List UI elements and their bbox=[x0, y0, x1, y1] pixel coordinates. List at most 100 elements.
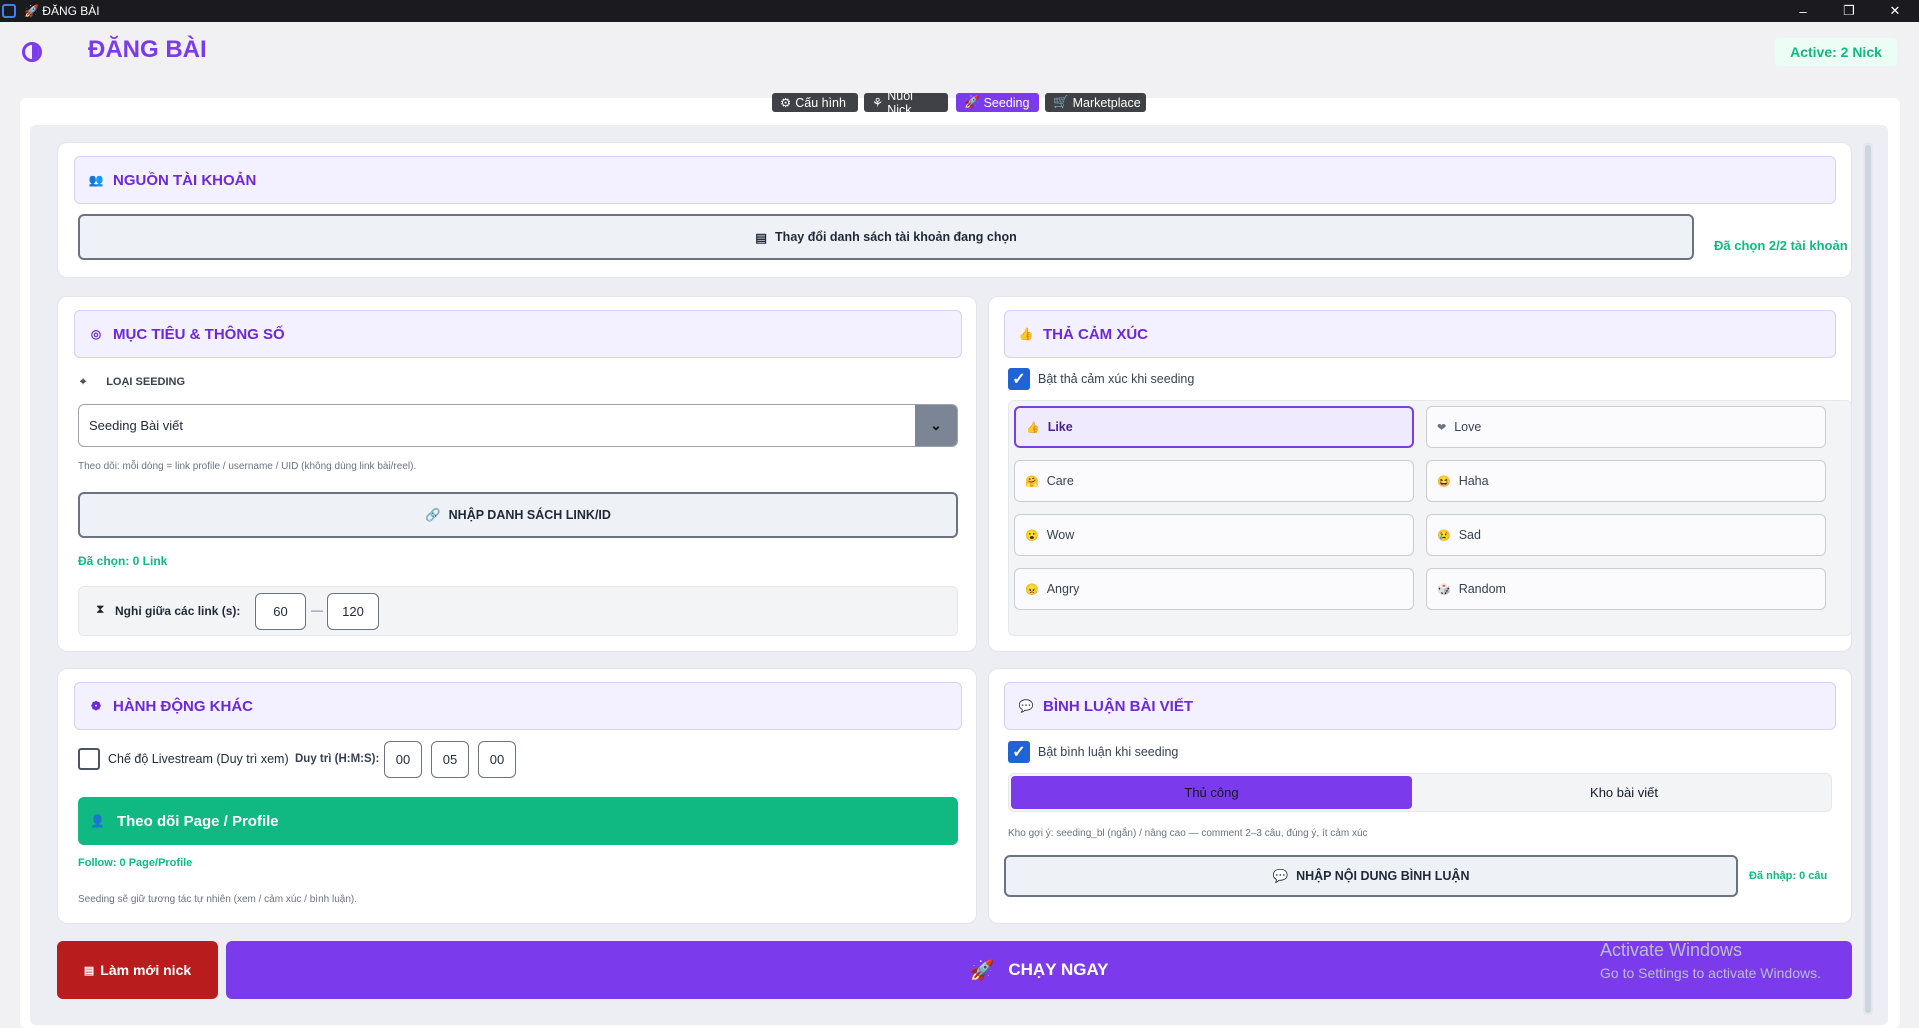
reaction-care[interactable]: 🤗 Care bbox=[1014, 460, 1414, 502]
import-links-button[interactable]: 🔗 NHẬP DANH SÁCH LINK/ID bbox=[78, 492, 958, 538]
rocket-icon: 🚀 bbox=[964, 95, 980, 109]
tab-marketplace[interactable]: 🛒 Marketplace bbox=[1045, 93, 1146, 112]
minutes-input[interactable]: 05 bbox=[431, 741, 469, 778]
reaction-label: Care bbox=[1046, 474, 1074, 488]
delay-label: Nghỉ giữa các link (s): bbox=[115, 604, 241, 618]
plant-icon: ⚘ bbox=[872, 96, 884, 110]
link-icon: 🔗 bbox=[425, 507, 441, 522]
selected-accounts-status: Đã chọn 2/2 tài khoản bbox=[1714, 238, 1848, 253]
imported-comments-status: Đã nhập: 0 câu bbox=[1749, 870, 1828, 882]
dice-icon: 🎲 bbox=[1437, 583, 1451, 596]
follow-page-button[interactable]: 👤 Theo dõi Page / Profile bbox=[78, 797, 958, 845]
reaction-label: Angry bbox=[1046, 582, 1080, 596]
comments-enable-checkbox[interactable]: ✓ bbox=[1008, 741, 1030, 763]
hours-input[interactable]: 00 bbox=[384, 741, 422, 778]
reactions-enable-checkbox[interactable]: ✓ bbox=[1008, 368, 1030, 390]
delay-max-input[interactable]: 120 bbox=[327, 593, 379, 630]
tab-label: Seeding bbox=[983, 95, 1030, 110]
seeding-type-label-row: ⌖ LOẠI SEEDING bbox=[80, 376, 185, 389]
change-accounts-button[interactable]: ▤ Thay đổi danh sách tài khoản đang chọn bbox=[78, 214, 1694, 260]
chat-bubble-icon: 💬 bbox=[1018, 699, 1034, 713]
window-title: 🚀 ĐĂNG BÀI bbox=[24, 4, 100, 18]
mode-manual-button[interactable]: Thủ công bbox=[1011, 776, 1412, 809]
hourglass-icon: ⧗ bbox=[96, 602, 105, 616]
refresh-nick-button[interactable]: ▤ Làm mới nick bbox=[57, 941, 218, 999]
follow-status: Follow: 0 Page/Profile bbox=[78, 857, 193, 869]
care-icon: 🤗 bbox=[1025, 475, 1039, 488]
reaction-label: Haha bbox=[1458, 474, 1489, 488]
targets-hint: Theo dõi: mỗi dòng = link profile / user… bbox=[78, 461, 417, 472]
active-nick-badge: Active: 2 Nick bbox=[1775, 38, 1897, 66]
mode-library-button[interactable]: Kho bài viết bbox=[1420, 776, 1828, 809]
list-icon: ▤ bbox=[755, 230, 768, 245]
reaction-label: Love bbox=[1454, 420, 1482, 434]
cart-icon: 🛒 bbox=[1053, 95, 1069, 109]
seeding-type-select[interactable]: Seeding Bài viết ⌄ bbox=[78, 404, 958, 447]
import-comments-button[interactable]: 💬 NHẬP NỘI DUNG BÌNH LUẬN bbox=[1004, 855, 1738, 897]
button-label: NHẬP DANH SÁCH LINK/ID bbox=[448, 508, 611, 522]
half-circle-icon bbox=[22, 42, 42, 62]
section-title: THẢ CẢM XÚC bbox=[1043, 325, 1148, 343]
section-title: MỤC TIÊU & THÔNG SỐ bbox=[113, 325, 285, 343]
minimize-button[interactable]: – bbox=[1780, 0, 1826, 22]
refresh-icon: ▤ bbox=[83, 964, 95, 977]
thumbs-up-icon: 👍 bbox=[1026, 421, 1040, 434]
reaction-haha[interactable]: 😆 Haha bbox=[1426, 460, 1826, 502]
activate-watermark-subtitle: Go to Settings to activate Windows. bbox=[1600, 965, 1821, 981]
heart-icon: ❤ bbox=[1437, 421, 1447, 434]
reaction-love[interactable]: ❤ Love bbox=[1426, 406, 1826, 448]
laugh-icon: 😆 bbox=[1437, 475, 1451, 488]
page-title: ĐĂNG BÀI bbox=[88, 36, 207, 63]
maximize-button[interactable]: ❐ bbox=[1826, 0, 1872, 22]
tab-label: Marketplace bbox=[1072, 95, 1141, 110]
reaction-sad[interactable]: 😢 Sad bbox=[1426, 514, 1826, 556]
button-label: Theo dõi Page / Profile bbox=[116, 812, 279, 830]
sad-icon: 😢 bbox=[1437, 529, 1451, 542]
source-header: 👥 NGUỒN TÀI KHOẢN bbox=[74, 156, 1836, 204]
comments-enable-label: Bật bình luận khi seeding bbox=[1038, 745, 1179, 759]
targets-header: ◎ MỤC TIÊU & THÔNG SỐ bbox=[74, 310, 962, 358]
livestream-checkbox[interactable] bbox=[78, 748, 100, 770]
activate-watermark-title: Activate Windows bbox=[1600, 940, 1743, 960]
rocket-icon: 🚀 bbox=[969, 959, 995, 982]
livestream-label: Chế độ Livestream (Duy trì xem) bbox=[108, 752, 289, 766]
reactions-header: 👍 THẢ CẢM XÚC bbox=[1004, 310, 1836, 358]
target-icon: ◎ bbox=[90, 327, 102, 341]
thumbs-up-icon: 👍 bbox=[1018, 327, 1034, 341]
duration-label: Duy trì (H:M:S): bbox=[295, 753, 380, 765]
comments-hint: Kho gợi ý: seeding_bl (ngắn) / nâng cao … bbox=[1008, 828, 1368, 839]
reactions-enable-label: Bật thả cảm xúc khi seeding bbox=[1038, 372, 1195, 386]
section-title: BÌNH LUẬN BÀI VIẾT bbox=[1043, 697, 1193, 715]
seeding-type-label: LOẠI SEEDING bbox=[106, 376, 186, 388]
reaction-label: Sad bbox=[1458, 528, 1481, 542]
wow-icon: 😮 bbox=[1025, 529, 1039, 542]
chevron-down-icon: ⌄ bbox=[915, 405, 957, 446]
reaction-label: Random bbox=[1458, 582, 1506, 596]
delay-min-input[interactable]: 60 bbox=[255, 593, 306, 630]
close-button[interactable]: ✕ bbox=[1872, 0, 1918, 22]
reaction-label: Wow bbox=[1046, 528, 1075, 542]
flower-icon: ❁ bbox=[90, 699, 102, 713]
select-value: Seeding Bài viết bbox=[89, 418, 183, 433]
tab-label: Cấu hình bbox=[795, 95, 846, 110]
scrollbar-thumb[interactable] bbox=[1865, 145, 1871, 1013]
tab-config[interactable]: ⚙ Cấu hình bbox=[772, 93, 858, 112]
other-actions-header: ❁ HÀNH ĐỘNG KHÁC bbox=[74, 682, 962, 730]
button-label: CHẠY NGAY bbox=[1008, 960, 1109, 979]
title-bar: 🚀 ĐĂNG BÀI – ❐ ✕ bbox=[0, 0, 1919, 22]
button-label: Thay đổi danh sách tài khoản đang chọn bbox=[775, 230, 1017, 244]
comments-header: 💬 BÌNH LUẬN BÀI VIẾT bbox=[1004, 682, 1836, 730]
reaction-wow[interactable]: 😮 Wow bbox=[1014, 514, 1414, 556]
reaction-like[interactable]: 👍 Like bbox=[1014, 406, 1414, 448]
tag-icon: ⌖ bbox=[80, 376, 87, 388]
seconds-input[interactable]: 00 bbox=[478, 741, 516, 778]
tab-nuoi-nick[interactable]: ⚘ Nuôi Nick bbox=[864, 89, 948, 117]
reaction-random[interactable]: 🎲 Random bbox=[1426, 568, 1826, 610]
tab-seeding[interactable]: 🚀 Seeding bbox=[956, 93, 1039, 112]
button-label: NHẬP NỘI DUNG BÌNH LUẬN bbox=[1296, 869, 1470, 883]
button-label: Làm mới nick bbox=[100, 962, 192, 978]
section-title: NGUỒN TÀI KHOẢN bbox=[113, 171, 257, 189]
user-icon: 👤 bbox=[90, 814, 105, 828]
reaction-angry[interactable]: 😠 Angry bbox=[1014, 568, 1414, 610]
delay-separator: — bbox=[311, 603, 323, 617]
